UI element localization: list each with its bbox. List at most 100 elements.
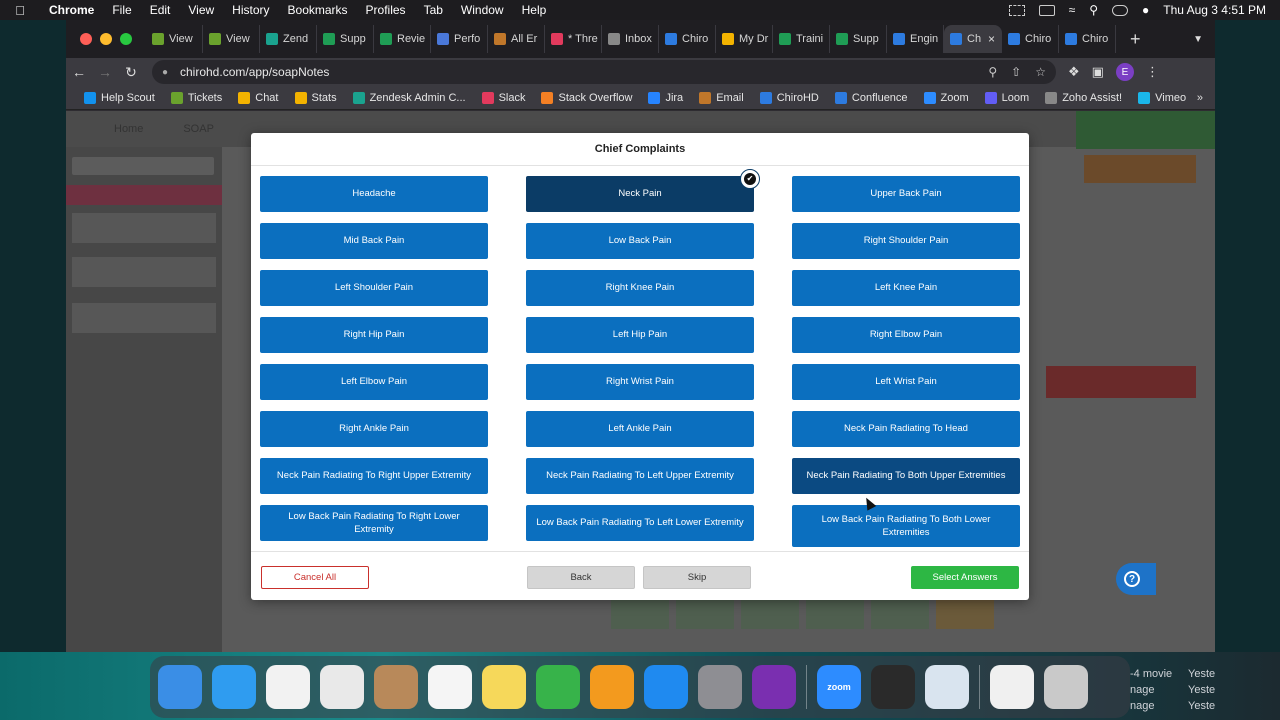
numbers-icon[interactable] [536,665,580,709]
apple-icon[interactable]:  [0,3,40,18]
complaint-option-button[interactable]: Low Back Pain Radiating To Both Lower Ex… [792,505,1020,547]
sidebar-patient-item[interactable] [72,257,216,287]
bookmark-item[interactable]: Vimeo [1130,91,1194,104]
complaint-option-button[interactable]: Neck Pain Radiating To Right Upper Extre… [260,458,488,494]
complaint-option-button[interactable]: Low Back Pain Radiating To Right Lower E… [260,505,488,541]
bookmark-item[interactable]: Zoho Assist! [1037,91,1130,104]
app-store-icon[interactable] [644,665,688,709]
browser-tab[interactable]: * Thre [545,25,602,53]
browser-tab[interactable]: Engin [887,25,944,53]
bookmark-item[interactable]: Stats [287,91,345,104]
complaint-option-button[interactable]: Headache [260,176,488,212]
menu-profiles[interactable]: Profiles [357,3,415,17]
photos-icon[interactable] [266,665,310,709]
browser-tab[interactable]: Perfo [431,25,488,53]
sidebar-patient-item[interactable] [72,303,216,333]
bookmark-item[interactable]: Slack [474,91,534,104]
complaint-option-button[interactable]: Neck Pain Radiating To Head [792,411,1020,447]
complaint-option-button[interactable]: Right Knee Pain [526,270,754,306]
bookmark-item[interactable]: Loom [977,91,1038,104]
browser-tab[interactable]: View [203,25,260,53]
bookmark-item[interactable]: ChiroHD [752,91,827,104]
zoom-lens-icon[interactable]: ⚲ [988,65,997,79]
complaint-option-button[interactable]: Left Hip Pain [526,317,754,353]
complaint-option-button[interactable]: Mid Back Pain [260,223,488,259]
complaint-option-button[interactable]: Right Elbow Pain [792,317,1020,353]
browser-tab[interactable]: Chiro [1059,25,1116,53]
close-tab-icon[interactable]: × [988,32,995,46]
zoom-icon[interactable]: zoom [817,665,861,709]
bookmark-item[interactable]: Jira [640,91,691,104]
complaint-option-button[interactable]: Neck Pain Radiating To Left Upper Extrem… [526,458,754,494]
bookmark-star-icon[interactable]: ☆ [1035,65,1046,79]
reload-icon[interactable]: ↻ [118,64,144,81]
nav-home[interactable]: Home [114,123,143,135]
bookmark-item[interactable]: Chat [230,91,286,104]
bookmark-item[interactable]: Zoom [916,91,977,104]
menu-bookmarks[interactable]: Bookmarks [279,3,357,17]
sidebar-patient-item[interactable] [72,213,216,243]
complaint-option-button[interactable]: Left Ankle Pain [526,411,754,447]
notes-icon[interactable] [482,665,526,709]
complaint-option-button[interactable]: Right Wrist Pain [526,364,754,400]
spotlight-icon[interactable]: ⚲ [1089,3,1098,17]
skip-button[interactable]: Skip [643,566,751,589]
new-tab-button[interactable]: + [1116,29,1155,50]
complaint-option-button[interactable]: Right Ankle Pain [260,411,488,447]
help-widget-button[interactable]: ? [1116,563,1156,595]
menu-tab[interactable]: Tab [415,3,452,17]
bookmark-item[interactable]: Stack Overflow [533,91,640,104]
battery-icon[interactable] [1038,4,1055,16]
bookmark-item[interactable]: Help Scout [76,91,163,104]
browser-tab[interactable]: My Dr [716,25,773,53]
complaint-option-button[interactable]: Right Hip Pain [260,317,488,353]
wifi-icon[interactable]: ≈ [1069,3,1076,17]
browser-tab[interactable]: Traini [773,25,830,53]
trash-icon[interactable] [1044,665,1088,709]
bookmark-item[interactable]: Email [691,91,752,104]
complaint-option-button[interactable]: Upper Back Pain [792,176,1020,212]
complaint-option-button[interactable]: Left Shoulder Pain [260,270,488,306]
tab-search-icon[interactable]: ▼ [1193,34,1215,45]
preview-icon[interactable] [925,665,969,709]
profile-avatar[interactable]: E [1115,63,1134,81]
complaint-option-button[interactable]: Neck Pain Radiating To Both Upper Extrem… [792,458,1020,494]
bookmark-item[interactable]: Confluence [827,91,916,104]
menu-window[interactable]: Window [452,3,513,17]
complaint-option-button[interactable]: Low Back Pain Radiating To Left Lower Ex… [526,505,754,541]
lock-icon[interactable]: ● [162,67,172,78]
browser-tab[interactable]: All Er [488,25,545,53]
side-panel-icon[interactable]: ▣ [1092,64,1104,80]
siri-icon[interactable]: ● [1142,3,1149,17]
reminders-icon[interactable] [428,665,472,709]
complaint-option-button[interactable]: Left Elbow Pain [260,364,488,400]
bookmarks-overflow-icon[interactable]: » [1197,92,1215,104]
zoom-window-button[interactable] [120,33,132,45]
minimize-window-button[interactable] [100,33,112,45]
finder-file-name[interactable]: -4 movie [1130,666,1172,682]
finder-icon[interactable] [158,665,202,709]
complaint-option-button[interactable]: Left Wrist Pain [792,364,1020,400]
back-arrow-icon[interactable]: ← [66,64,92,80]
quicktime-icon[interactable] [871,665,915,709]
browser-tab[interactable]: Ch × [944,25,1002,53]
browser-tab[interactable]: Zend [260,25,317,53]
share-icon[interactable]: ⇧ [1011,65,1021,79]
menu-view[interactable]: View [179,3,223,17]
browser-tab[interactable]: Inbox [602,25,659,53]
complaint-option-button[interactable]: Left Knee Pain [792,270,1020,306]
browser-tab[interactable]: Chiro [1002,25,1059,53]
system-settings-icon[interactable] [698,665,742,709]
select-answers-button[interactable]: Select Answers [911,566,1019,589]
close-window-button[interactable] [80,33,92,45]
menu-chrome[interactable]: Chrome [40,3,103,17]
chrome-icon[interactable] [320,665,364,709]
extensions-icon[interactable]: ❖ [1068,64,1080,80]
screen-recorder-icon[interactable] [752,665,796,709]
bookmark-item[interactable]: Zendesk Admin C... [345,91,474,104]
browser-tab[interactable]: Supp [317,25,374,53]
menu-edit[interactable]: Edit [141,3,180,17]
menu-history[interactable]: History [223,3,278,17]
browser-tab[interactable]: Chiro [659,25,716,53]
menu-help[interactable]: Help [513,3,556,17]
